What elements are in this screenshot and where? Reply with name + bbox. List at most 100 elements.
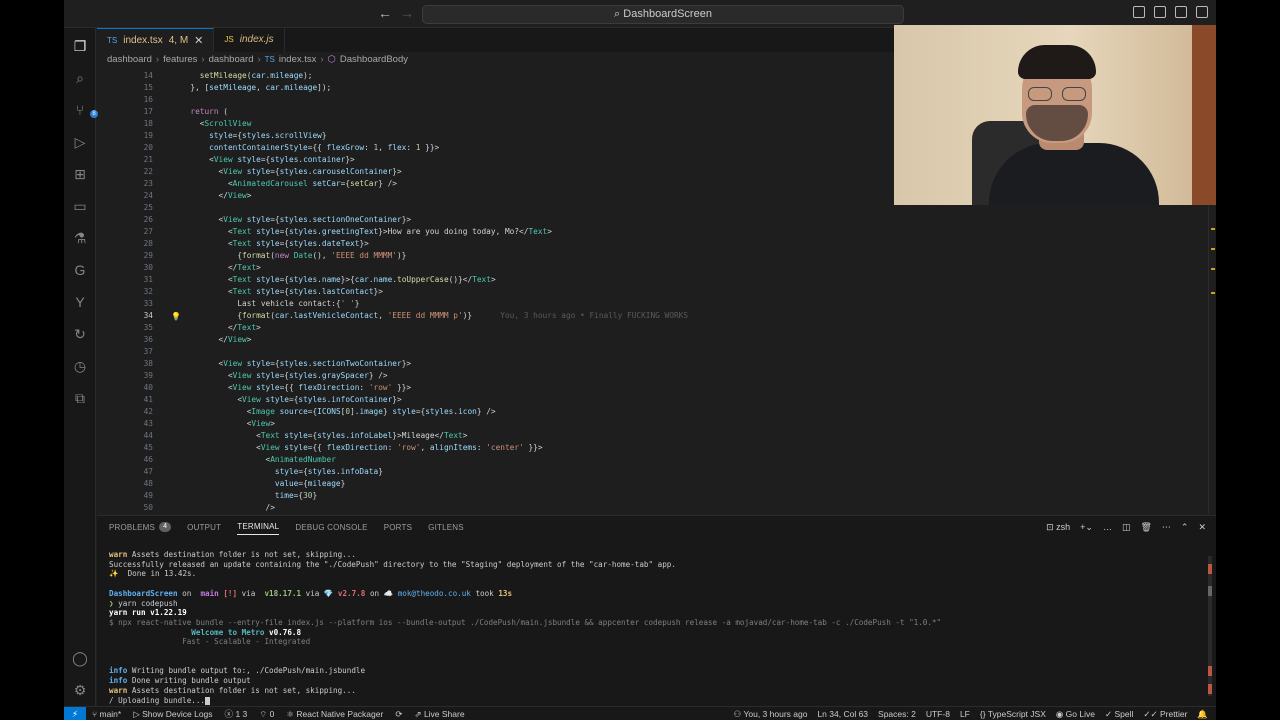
tab-output[interactable]: OUTPUT — [187, 522, 221, 535]
code-line[interactable]: 31 <Text style={styles.name}>{car.name.t… — [97, 274, 1197, 286]
close-panel-icon[interactable]: ✕ — [1198, 522, 1206, 533]
toggle-secondary-sidebar-icon[interactable] — [1175, 6, 1187, 18]
terminal-output[interactable]: warn Assets destination folder is not se… — [109, 550, 1199, 705]
problems-status[interactable]: ⓧ 1 3 — [225, 707, 248, 720]
indentation-status[interactable]: Spaces: 2 — [878, 707, 916, 720]
code-line[interactable]: 50 /> — [97, 502, 1197, 514]
command-center-search[interactable]: ⌕ DashboardScreen — [422, 5, 904, 24]
code-line[interactable]: 36 </View> — [97, 334, 1197, 346]
breadcrumb: dashboard › features › dashboard › TS in… — [107, 52, 408, 66]
code-line[interactable]: 43 <View> — [97, 418, 1197, 430]
settings-gear-icon[interactable]: ⚙ — [72, 682, 88, 698]
language-mode-status[interactable]: {} TypeScript JSX — [980, 707, 1046, 720]
code-line[interactable]: 39 <View style={styles.graySpacer} /> — [97, 370, 1197, 382]
tab-problems[interactable]: PROBLEMS 4 — [109, 522, 172, 535]
breadcrumb-item[interactable]: dashboard — [107, 54, 152, 65]
live-share-status[interactable]: ⟳ — [395, 707, 402, 720]
code-line[interactable]: 44 <Text style={styles.infoLabel}>Mileag… — [97, 430, 1197, 442]
tab-debug-console[interactable]: DEBUG CONSOLE — [295, 522, 367, 535]
code-line[interactable]: 47 style={styles.infoData} — [97, 466, 1197, 478]
code-line[interactable]: 34 💡 {format(car.lastVehicleContact, 'EEE… — [97, 310, 1197, 322]
terminal-line: warn Assets destination folder is not se… — [109, 685, 356, 695]
code-line[interactable]: 28 <Text style={styles.dateText}> — [97, 238, 1197, 250]
code-line[interactable]: 41 <View style={styles.infoContainer}> — [97, 394, 1197, 406]
blame-status[interactable]: ⚇ You, 3 hours ago — [734, 707, 808, 720]
remote-indicator-icon[interactable]: ⚡ — [64, 707, 86, 720]
explorer-icon[interactable]: ❐ — [72, 38, 88, 54]
breadcrumb-item[interactable]: index.tsx — [279, 54, 317, 65]
code-line[interactable]: 46 <AnimatedNumber — [97, 454, 1197, 466]
terminal-line: Fast - Scalable - Integrated — [182, 637, 311, 647]
git-branch-status[interactable]: ⑂ main* — [92, 707, 121, 720]
eol-status[interactable]: LF — [960, 707, 970, 720]
code-line[interactable]: 30 </Text> — [97, 262, 1197, 274]
docker-icon[interactable]: ⧉ — [72, 390, 88, 406]
testing-icon[interactable]: ⚗ — [72, 230, 88, 246]
go-live-status[interactable]: ◉ Go Live — [1056, 707, 1095, 720]
tab-gitlens[interactable]: GITLENS — [428, 522, 464, 535]
split-terminal-icon[interactable]: ◫ — [1122, 522, 1131, 533]
tab-ports[interactable]: PORTS — [384, 522, 412, 535]
code-line[interactable]: 40 <View style={{ flexDirection: 'row' }… — [97, 382, 1197, 394]
toggle-primary-sidebar-icon[interactable] — [1133, 6, 1145, 18]
terminal-scrollbar[interactable] — [1208, 556, 1212, 696]
code-line[interactable]: 29 {format(new Date(), 'EEEE dd MMMM')} — [97, 250, 1197, 262]
terminal-shell-selector[interactable]: ⊡ zsh — [1046, 522, 1070, 533]
arrow-right-icon[interactable]: → — [400, 5, 414, 21]
more-icon[interactable]: … — [1103, 522, 1112, 533]
code-text: </View> — [181, 191, 252, 200]
source-control-icon[interactable]: ⑂ 8 — [72, 102, 98, 118]
breadcrumb-item[interactable]: features — [163, 54, 197, 65]
code-line[interactable]: 35 </Text> — [97, 322, 1197, 334]
new-terminal-icon[interactable]: +⌄ — [1080, 522, 1093, 533]
line-number: 27 — [143, 227, 153, 236]
code-line[interactable]: 42 <Image source={ICONS[0].image} style=… — [97, 406, 1197, 418]
toggle-panel-icon[interactable] — [1154, 6, 1166, 18]
cursor-position[interactable]: Ln 34, Col 63 — [817, 707, 868, 720]
remote-explorer-icon[interactable]: ▭ — [72, 198, 88, 214]
trash-icon[interactable]: 🗑 — [1140, 522, 1151, 533]
expo-icon[interactable]: Y — [72, 294, 88, 310]
code-line[interactable]: 45 <View style={{ flexDirection: 'row', … — [97, 442, 1197, 454]
encoding-status[interactable]: UTF-8 — [926, 707, 950, 720]
code-line[interactable]: 48 value={mileage} — [97, 478, 1197, 490]
code-text: <ScrollView — [181, 119, 252, 128]
rn-packager-status[interactable]: ⚛ React Native Packager — [286, 707, 383, 720]
gitlens-icon[interactable]: G — [72, 262, 88, 278]
ports-status[interactable]: ⌔ 0 — [259, 707, 274, 720]
close-icon[interactable]: ✕ — [194, 29, 203, 53]
run-debug-icon[interactable]: ▷ — [72, 134, 88, 150]
code-line[interactable]: 26 <View style={styles.sectionOneContain… — [97, 214, 1197, 226]
breadcrumb-item[interactable]: dashboard — [209, 54, 254, 65]
code-line[interactable]: 27 <Text style={styles.greetingText}>How… — [97, 226, 1197, 238]
spell-status[interactable]: ✓ Spell — [1105, 707, 1133, 720]
line-number: 14 — [143, 71, 153, 80]
ellipsis-icon[interactable]: ⋯ — [1162, 522, 1171, 533]
line-number: 25 — [143, 203, 153, 212]
maximize-panel-icon[interactable]: ⌃ — [1181, 522, 1189, 533]
live-share-button[interactable]: ⇗ Live Share — [414, 707, 464, 720]
customize-layout-icon[interactable] — [1196, 6, 1208, 18]
code-line[interactable]: 38 <View style={styles.sectionTwoContain… — [97, 358, 1197, 370]
tab-terminal[interactable]: TERMINAL — [237, 522, 280, 535]
breadcrumb-item[interactable]: DashboardBody — [340, 54, 408, 65]
extensions-icon[interactable]: ⊞ — [72, 166, 88, 182]
code-line[interactable]: 32 <Text style={styles.lastContact}> — [97, 286, 1197, 298]
live-share-icon[interactable]: ↻ — [72, 326, 88, 342]
device-logs-status[interactable]: ▷ Show Device Logs — [133, 707, 212, 720]
code-line[interactable]: 37 — [97, 346, 1197, 358]
line-number: 36 — [143, 335, 153, 344]
prettier-status[interactable]: ✓✓ Prettier — [1143, 707, 1187, 720]
code-text: <View> — [181, 419, 275, 428]
arrow-left-icon[interactable]: ← — [378, 5, 392, 21]
line-number: 34 — [143, 311, 153, 320]
search-icon[interactable]: ⌕ — [72, 70, 88, 86]
timeline-icon[interactable]: ◷ — [72, 358, 88, 374]
tab-index-tsx[interactable]: TS index.tsx 4, M ✕ — [97, 28, 215, 53]
code-line[interactable]: 49 time={30} — [97, 490, 1197, 502]
tab-index-js[interactable]: JS index.js — [214, 28, 285, 52]
line-number: 42 — [143, 407, 153, 416]
account-icon[interactable]: ◯ — [72, 650, 88, 666]
notifications-bell-icon[interactable]: 🔔 — [1197, 707, 1208, 720]
code-line[interactable]: 33 Last vehicle contact:{' '} — [97, 298, 1197, 310]
